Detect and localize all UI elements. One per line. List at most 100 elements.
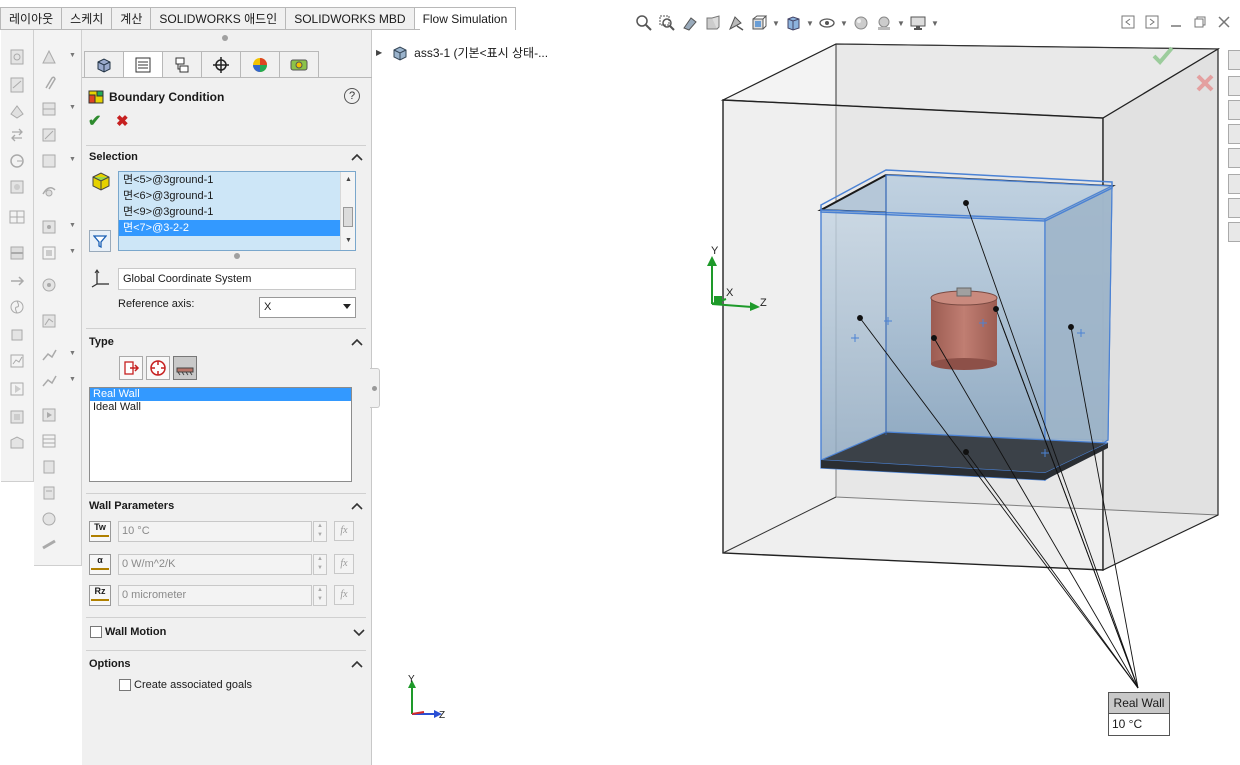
- wall-temperature-spinner[interactable]: ▲ ▼: [313, 521, 327, 542]
- create-goals-checkbox[interactable]: [119, 679, 131, 691]
- surface-params-icon[interactable]: [40, 244, 60, 262]
- zoom-area-icon[interactable]: [657, 13, 677, 33]
- list-item[interactable]: 면<5>@3ground-1: [119, 172, 355, 188]
- cancel-button[interactable]: ✖: [116, 114, 132, 130]
- chevron-down-icon[interactable]: ▼: [69, 222, 76, 229]
- goal-plot-icon[interactable]: [40, 346, 60, 364]
- list-item-selected[interactable]: Real Wall: [90, 388, 351, 401]
- selection-section-header[interactable]: Selection: [88, 151, 364, 167]
- list-item-selected[interactable]: 면<7>@3-2-2: [119, 220, 340, 236]
- flow-trajectories-icon[interactable]: [40, 182, 60, 200]
- chevron-down-icon[interactable]: ▼: [897, 19, 905, 28]
- flow-openings-icon[interactable]: [8, 272, 28, 290]
- chevron-down-icon[interactable]: ▼: [69, 52, 76, 59]
- apply-scene-icon[interactable]: [874, 13, 894, 33]
- chevron-down-icon[interactable]: ▼: [806, 19, 814, 28]
- chevron-down-icon[interactable]: ▼: [840, 19, 848, 28]
- tab-layout[interactable]: 레이아웃: [0, 7, 63, 30]
- view-orientation-icon[interactable]: [749, 13, 769, 33]
- options-section-header[interactable]: Options: [88, 658, 364, 674]
- roughness-spinner[interactable]: ▲ ▼: [313, 585, 327, 606]
- wall-parameters-section-header[interactable]: Wall Parameters: [88, 500, 364, 516]
- tab-property-manager[interactable]: [123, 51, 163, 78]
- wall-motion-checkbox[interactable]: [90, 626, 102, 638]
- attach-icon[interactable]: [40, 74, 60, 92]
- list-item[interactable]: Ideal Wall: [90, 401, 351, 414]
- section-view-icon[interactable]: [703, 13, 723, 33]
- tab-display-manager[interactable]: [240, 51, 280, 78]
- selection-filter-button[interactable]: [89, 230, 111, 252]
- reference-axis-select[interactable]: X: [259, 297, 356, 318]
- tile-right-icon[interactable]: [1144, 14, 1160, 30]
- scroll-down-icon[interactable]: ▼: [344, 237, 353, 246]
- calculator-icon[interactable]: [40, 484, 60, 502]
- wall-temperature-field[interactable]: 10 °C: [118, 521, 312, 542]
- tab-addins[interactable]: SOLIDWORKS 애드인: [150, 7, 287, 30]
- ok-button[interactable]: ✔: [88, 114, 104, 130]
- cut-plot-icon[interactable]: [40, 100, 60, 118]
- new-project-icon[interactable]: [8, 48, 28, 66]
- wall-type-button[interactable]: [173, 356, 197, 380]
- tab-flow-simulation-analysis[interactable]: [279, 51, 319, 78]
- chevron-right-icon[interactable]: ▶: [376, 48, 382, 57]
- point-params-icon[interactable]: [40, 218, 60, 236]
- type-section-header[interactable]: Type: [88, 336, 364, 352]
- task-pane-appearances-tab[interactable]: [1228, 148, 1240, 168]
- tab-evaluate[interactable]: 계산: [111, 7, 152, 30]
- list-item[interactable]: 면<6>@3ground-1: [119, 188, 355, 204]
- list-resize-handle[interactable]: [234, 253, 240, 259]
- chevron-down-icon[interactable]: ▼: [69, 156, 76, 163]
- task-pane-file-explorer-tab[interactable]: [1228, 100, 1240, 120]
- ok-check-icon[interactable]: [1152, 46, 1174, 65]
- list-item[interactable]: 면<9>@3ground-1: [119, 204, 355, 220]
- task-pane-notes-tab[interactable]: [1228, 222, 1240, 242]
- tab-dimxpert-manager[interactable]: [201, 51, 241, 78]
- cancel-x-icon[interactable]: [1196, 74, 1214, 92]
- measure-icon[interactable]: [40, 536, 60, 554]
- wall-type-list[interactable]: Real Wall Ideal Wall: [89, 387, 352, 482]
- task-pane-resources-tab[interactable]: [1228, 50, 1240, 70]
- chevron-down-icon[interactable]: ▼: [69, 248, 76, 255]
- dynamic-annotation-icon[interactable]: [726, 13, 746, 33]
- tab-flow-simulation[interactable]: Flow Simulation: [413, 7, 517, 30]
- results-icon[interactable]: [8, 434, 28, 452]
- list-scrollbar[interactable]: ▲ ▼: [340, 172, 355, 250]
- coordinate-system-field[interactable]: Global Coordinate System: [118, 268, 356, 290]
- clone-project-icon[interactable]: [8, 102, 28, 120]
- graphics-viewport[interactable]: Y X Z Y Z: [380, 34, 1228, 765]
- mesh-icon[interactable]: [8, 208, 28, 226]
- restore-icon[interactable]: [1192, 14, 1208, 30]
- general-settings-icon[interactable]: [8, 152, 28, 170]
- boundary-condition-callout[interactable]: Real Wall 10 °C: [1108, 692, 1170, 736]
- chevron-down-icon[interactable]: ▼: [931, 19, 939, 28]
- roughness-dependency-button[interactable]: fx: [334, 585, 354, 605]
- tab-configuration-manager[interactable]: [162, 51, 202, 78]
- isosurface-icon[interactable]: [40, 152, 60, 170]
- heat-transfer-coefficient-dependency-button[interactable]: fx: [334, 554, 354, 574]
- particle-study-icon[interactable]: [40, 432, 60, 450]
- task-pane-custom-properties-tab[interactable]: [1228, 174, 1240, 194]
- chevron-up-icon[interactable]: [350, 657, 364, 671]
- flow-openings-type-button[interactable]: [119, 356, 143, 380]
- edit-appearance-icon[interactable]: [851, 13, 871, 33]
- computational-domain-icon[interactable]: [8, 178, 28, 196]
- help-icon[interactable]: ?: [344, 88, 360, 104]
- task-pane-forum-tab[interactable]: [1228, 198, 1240, 218]
- scroll-up-icon[interactable]: ▲: [344, 176, 353, 185]
- tab-mbd[interactable]: SOLIDWORKS MBD: [285, 7, 415, 30]
- assembly-name[interactable]: ass3-1 (기본<표시 상태-...: [414, 44, 548, 61]
- scroll-thumb[interactable]: [343, 207, 353, 227]
- rebuild-icon[interactable]: [8, 126, 28, 144]
- chevron-down-icon[interactable]: ▼: [69, 104, 76, 111]
- task-pane-design-library-tab[interactable]: [1228, 76, 1240, 96]
- wall-temperature-dependency-button[interactable]: fx: [334, 521, 354, 541]
- goals-icon[interactable]: [8, 352, 28, 370]
- selected-faces-list[interactable]: 면<5>@3ground-1 면<6>@3ground-1 면<9>@3grou…: [118, 171, 356, 251]
- task-pane-view-palette-tab[interactable]: [1228, 124, 1240, 144]
- previous-view-icon[interactable]: [680, 13, 700, 33]
- batch-run-icon[interactable]: [8, 408, 28, 426]
- animation-icon[interactable]: [40, 406, 60, 424]
- heat-transfer-coefficient-field[interactable]: 0 W/m^2/K: [118, 554, 312, 575]
- tab-feature-manager[interactable]: [84, 51, 124, 78]
- fluid-study-icon[interactable]: [40, 458, 60, 476]
